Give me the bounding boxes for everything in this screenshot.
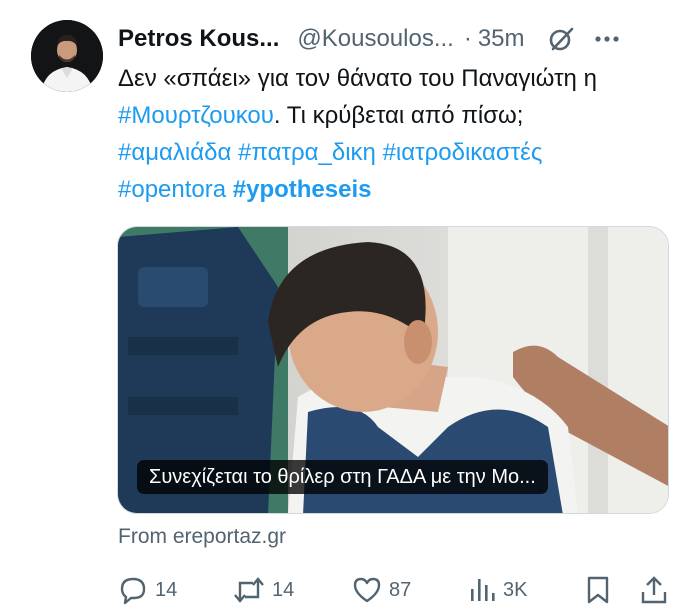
more-icon[interactable] (593, 25, 621, 53)
reply-button[interactable]: 14 (118, 574, 177, 606)
hashtag-link[interactable]: #αμαλιάδα (118, 139, 231, 166)
bookmark-button[interactable] (585, 574, 611, 606)
views-count: 3K (503, 578, 528, 601)
like-count: 87 (389, 578, 412, 601)
hashtag-link[interactable]: #Μουρτζουκου (118, 102, 274, 129)
avatar[interactable] (31, 20, 103, 92)
hashtag-link[interactable]: #ιατροδικαστές (383, 139, 543, 166)
hashtag-link[interactable]: #πατρα_δικη (238, 139, 376, 166)
bookmark-icon (585, 575, 611, 605)
author-name[interactable]: Petros Kous... (118, 25, 279, 53)
tweet-hashtags-line-3: #αμαλιάδα #πατρα_δικη #ιατροδικαστές (118, 134, 678, 171)
reply-count: 14 (155, 578, 178, 601)
repost-count: 14 (272, 578, 295, 601)
card-caption: Συνεχίζεται το θρίλερ στη ΓΑΔΑ με την Μο… (137, 460, 548, 494)
action-bar: 14 14 87 3K (118, 574, 670, 606)
author-handle[interactable]: @Kousoulos... (297, 25, 453, 53)
separator-dot: · (463, 25, 472, 52)
grok-icon[interactable] (547, 25, 575, 53)
repost-button[interactable]: 14 (233, 574, 294, 606)
timestamp[interactable]: 35m (478, 25, 525, 53)
share-button[interactable] (640, 574, 668, 606)
tweet-text-line-1: Δεν «σπάει» για τον θάνατο του Παναγιώτη… (118, 65, 597, 92)
views-button[interactable]: 3K (468, 574, 527, 606)
share-icon (640, 575, 668, 605)
tweet-hashtags-line-4: #opentora #ypotheseis (118, 171, 678, 208)
repost-icon (233, 575, 265, 605)
like-button[interactable]: 87 (352, 574, 411, 606)
hashtag-link[interactable]: #opentora (118, 176, 226, 203)
hashtag-link[interactable]: #ypotheseis (233, 176, 372, 203)
views-icon (468, 575, 496, 605)
reply-icon (118, 575, 148, 605)
tweet-header: Petros Kous... @Kousoulos... · 35m (118, 22, 680, 56)
link-card[interactable]: Συνεχίζεται το θρίλερ στη ΓΑΔΑ με την Μο… (117, 226, 669, 514)
tweet-text-line-2: #Μουρτζουκου. Τι κρύβεται από πίσω; (118, 97, 678, 134)
tweet-text-rest: . Τι κρύβεται από πίσω; (273, 102, 524, 129)
card-source[interactable]: From ereportaz.gr (118, 525, 286, 549)
tweet-text: Δεν «σπάει» για τον θάνατο του Παναγιώτη… (118, 60, 678, 208)
like-icon (352, 575, 382, 605)
